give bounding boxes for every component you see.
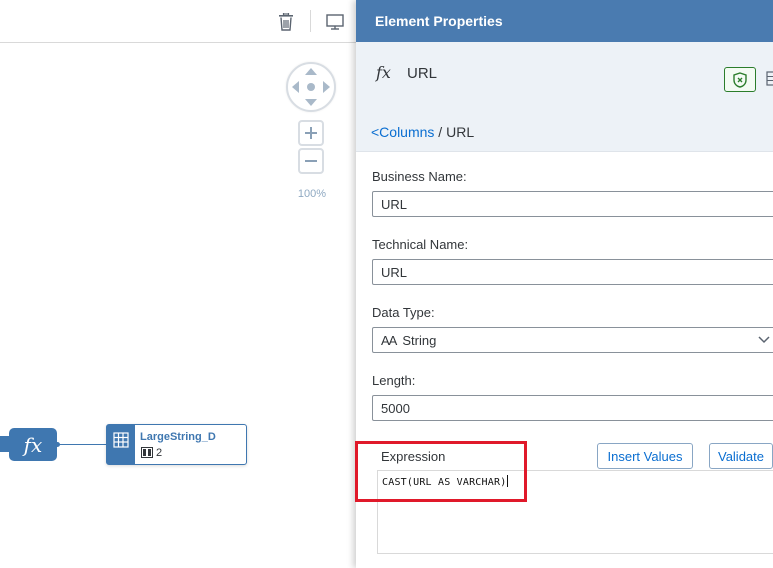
diagram-canvas[interactable]: 100% fx LargeString_D 2: [0, 0, 356, 568]
element-summary: fx URL <Columns / URL: [356, 42, 773, 152]
element-name: URL: [407, 65, 438, 82]
data-type-value: String: [402, 332, 437, 348]
highlight-annotation: [355, 441, 527, 502]
technical-name-value: URL: [381, 265, 408, 280]
panel-title: Element Properties: [375, 13, 503, 29]
breadcrumb-columns-link[interactable]: <Columns: [371, 124, 434, 140]
table-node-badge: [107, 425, 135, 464]
column-count: 2: [156, 447, 163, 459]
panel-header: Element Properties: [356, 0, 773, 42]
breadcrumb: <Columns / URL: [371, 124, 474, 140]
monitor-icon: [326, 14, 344, 30]
length-input[interactable]: 5000: [372, 395, 773, 421]
data-type-select[interactable]: AA String: [372, 327, 773, 353]
shield-icon: [733, 71, 747, 88]
plus-icon: [305, 127, 317, 139]
pan-control[interactable]: [286, 62, 336, 112]
connector-port: [55, 442, 60, 447]
technical-name-input[interactable]: URL: [372, 259, 773, 285]
length-value: 5000: [381, 401, 410, 416]
node-connector: [57, 444, 107, 445]
zoom-level: 100%: [297, 188, 327, 200]
business-name-value: URL: [381, 197, 408, 212]
minus-icon: [305, 160, 317, 162]
business-name-label: Business Name:: [372, 169, 467, 184]
incoming-connector: [0, 436, 9, 452]
data-type-label: Data Type:: [372, 305, 435, 320]
zoom-out-button[interactable]: [298, 148, 324, 174]
business-name-input[interactable]: URL: [372, 191, 773, 217]
breadcrumb-current: URL: [446, 124, 475, 140]
delete-button[interactable]: [273, 9, 299, 35]
chevron-down-icon: [758, 336, 770, 344]
columns-icon: [141, 447, 153, 458]
table-icon[interactable]: [766, 70, 773, 88]
zoom-in-button[interactable]: [298, 120, 324, 146]
table-node-name: LargeString_D: [140, 431, 216, 443]
length-label: Length:: [372, 373, 416, 388]
table-grid-icon: [113, 432, 129, 448]
calculated-column-node[interactable]: fx: [9, 428, 57, 461]
preview-button[interactable]: [322, 9, 348, 35]
function-icon: fx: [23, 432, 43, 457]
technical-name-label: Technical Name:: [372, 237, 469, 252]
trash-icon: [279, 13, 293, 31]
table-node[interactable]: LargeString_D 2: [106, 424, 247, 465]
breadcrumb-separator: /: [434, 124, 447, 140]
validate-button[interactable]: Validate: [709, 443, 773, 469]
validation-status-button[interactable]: [724, 67, 756, 92]
pan-arrows-icon: [292, 68, 330, 106]
insert-values-button[interactable]: Insert Values: [597, 443, 693, 469]
function-icon: fx: [376, 63, 391, 82]
string-type-icon: AA: [381, 332, 397, 348]
canvas-toolbar: [0, 0, 356, 43]
toolbar-separator: [310, 10, 311, 32]
